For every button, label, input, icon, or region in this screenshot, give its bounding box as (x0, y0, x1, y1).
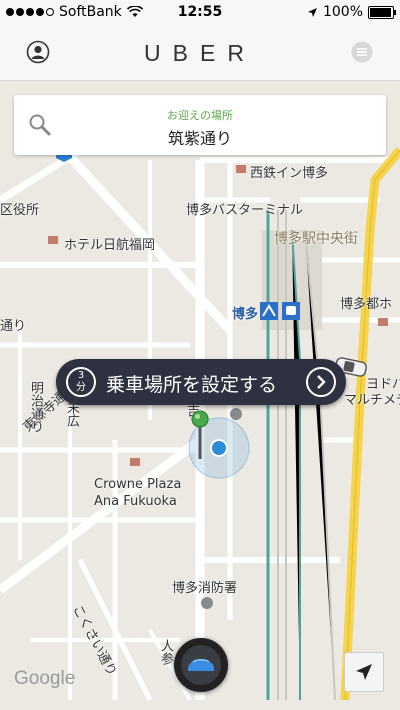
status-bar: SoftBank 12:55 100% (0, 0, 400, 26)
pickup-hint: お迎えの場所 (167, 109, 233, 122)
pickup-location-box[interactable]: お迎えの場所 筑紫通り (14, 95, 386, 155)
car-icon (181, 645, 221, 685)
map-label-nishitetsu-inn: 西鉄イン博多 (250, 166, 329, 181)
eta-number: 3 (77, 370, 85, 381)
location-arrow-icon (307, 7, 317, 17)
pickup-pin-icon[interactable] (190, 409, 210, 461)
navigation-arrow-icon (356, 664, 372, 680)
set-pickup-button[interactable]: 3 分 乗車場所を設定する (56, 359, 346, 405)
battery-percent: 100% (322, 4, 363, 20)
pickup-address: 筑紫通り (167, 129, 232, 148)
status-right: 100% (307, 4, 396, 20)
map-label-hakata-station: 博多 (232, 307, 259, 322)
chevron-right-icon (306, 367, 336, 397)
map-label-crowne-plaza: Crowne Plaza (94, 477, 182, 492)
map-label-hakata-capital: 博多都ホ (340, 297, 393, 312)
app-title: UBER (144, 40, 256, 66)
vehicle-select-button[interactable] (174, 638, 228, 692)
eta-unit: 分 (76, 382, 86, 393)
map-label-meiji-dori: 明治通り (28, 381, 43, 433)
map-label-bus-terminal: 博多バスターミナル (186, 203, 304, 218)
map-label-ward-office: 区役所 (0, 203, 40, 218)
map-label-hotel-nikko: ホテル日航福岡 (64, 238, 156, 253)
eta-badge: 3 分 (66, 367, 96, 397)
menu-icon[interactable] (350, 40, 374, 64)
map-label-ninjin: 人参 (158, 639, 173, 665)
nav-bar: UBER (0, 26, 400, 81)
set-pickup-label: 乗車場所を設定する (106, 374, 278, 396)
battery-icon (368, 5, 396, 19)
map-label-ana-fukuoka: Ana Fukuoka (94, 494, 177, 509)
map-label-station-central-street: 博多駅中央街 (274, 231, 358, 247)
map-label-fire-station: 博多消防署 (172, 581, 238, 596)
station-icon (260, 302, 300, 320)
google-attribution: Google (14, 668, 76, 689)
locate-me-button[interactable] (344, 652, 384, 692)
map-label-multimedia: マルチメデ (344, 393, 400, 408)
map-label-dori: 通り (0, 319, 27, 334)
